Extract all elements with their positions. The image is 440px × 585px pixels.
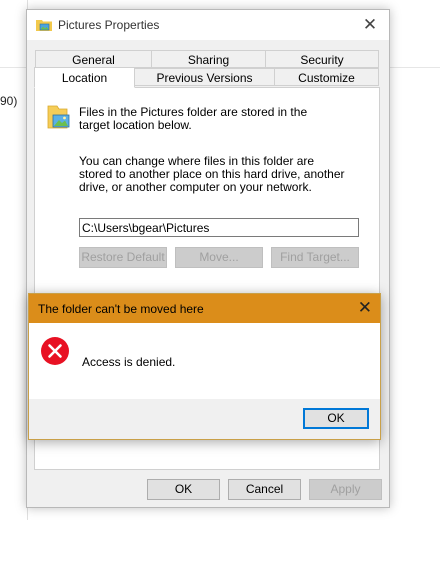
error-message: Access is denied. <box>82 355 176 369</box>
location-description: Files in the Pictures folder are stored … <box>79 105 308 132</box>
tab-location[interactable]: Location <box>34 67 135 88</box>
titlebar: Pictures Properties ✕ <box>27 10 389 40</box>
ok-button[interactable]: OK <box>147 479 220 500</box>
tab-customize[interactable]: Customize <box>274 68 379 86</box>
pictures-folder-icon <box>47 105 70 129</box>
error-ok-button[interactable]: OK <box>303 408 369 429</box>
close-button[interactable]: ✕ <box>357 13 383 37</box>
error-body: Access is denied. <box>29 323 380 399</box>
restore-default-button[interactable]: Restore Default <box>79 247 167 268</box>
tab-general[interactable]: General <box>35 50 152 68</box>
error-icon <box>41 337 69 365</box>
location-help-text: You can change where files in this folde… <box>79 154 345 194</box>
window-title: Pictures Properties <box>58 18 160 32</box>
error-titlebar: The folder can't be moved here ✕ <box>29 294 380 323</box>
find-target-button[interactable]: Find Target... <box>271 247 359 268</box>
tab-security[interactable]: Security <box>265 50 379 68</box>
background-text: 90) <box>0 94 18 108</box>
target-path-field[interactable] <box>79 218 359 237</box>
error-close-button[interactable]: ✕ <box>358 298 372 318</box>
apply-button[interactable]: Apply <box>309 479 382 500</box>
tab-previous-versions[interactable]: Previous Versions <box>134 68 275 86</box>
error-dialog: The folder can't be moved here ✕ Access … <box>28 293 381 440</box>
move-button[interactable]: Move... <box>175 247 263 268</box>
tab-sharing[interactable]: Sharing <box>151 50 266 68</box>
error-dialog-title: The folder can't be moved here <box>38 302 204 316</box>
folder-pictures-icon <box>36 20 52 31</box>
cancel-button[interactable]: Cancel <box>228 479 301 500</box>
